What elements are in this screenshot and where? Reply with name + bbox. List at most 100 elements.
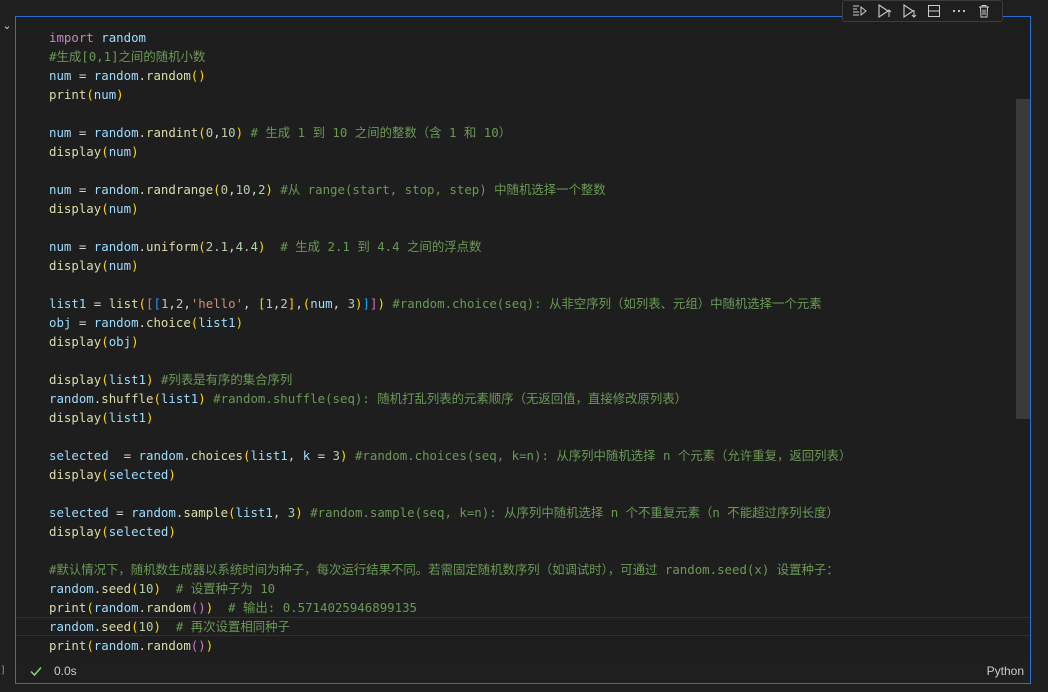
code-token: ): [153, 581, 161, 596]
cell-status-bar: 0.0s Python: [16, 659, 1030, 683]
code-token: list1: [160, 391, 199, 406]
code-line[interactable]: #生成[0,1]之间的随机小数: [49, 47, 1030, 66]
code-token: .: [93, 619, 102, 634]
code-token: #生成[0,1]之间的随机小数: [49, 49, 206, 64]
code-line[interactable]: display(num): [49, 142, 1030, 161]
code-token: uniform: [146, 239, 199, 254]
collapse-cell-chevron-icon[interactable]: ⌄: [0, 18, 14, 34]
code-token: ): [265, 182, 273, 197]
delete-cell-icon[interactable]: [972, 1, 996, 21]
code-token: =: [71, 68, 94, 83]
code-token: 10: [138, 619, 154, 634]
code-line[interactable]: [49, 218, 1030, 237]
code-token: =: [108, 448, 139, 463]
code-line[interactable]: num = random.uniform(2.1,4.4) # 生成 2.1 到…: [49, 237, 1030, 256]
code-line[interactable]: display(num): [49, 199, 1030, 218]
editor-scrollbar[interactable]: [1016, 17, 1030, 635]
code-line[interactable]: selected = random.choices(list1, k = 3) …: [49, 446, 1030, 465]
code-token: (: [153, 391, 161, 406]
code-lines: import random #生成[0,1]之间的随机小数 num = random…: [16, 28, 1030, 655]
run-by-line-icon[interactable]: [847, 1, 871, 21]
code-line[interactable]: num = random.randrange(0,10,2) #从 range(…: [49, 180, 1030, 199]
code-token: random: [93, 638, 139, 653]
code-line[interactable]: [49, 351, 1030, 370]
code-line[interactable]: [49, 484, 1030, 503]
notebook-code-cell[interactable]: import random #生成[0,1]之间的随机小数 num = random…: [15, 16, 1031, 684]
code-line[interactable]: [49, 104, 1030, 123]
code-line[interactable]: #默认情况下，随机数生成器以系统时间为种子，每次运行结果不同。若需固定随机数序列…: [49, 560, 1030, 579]
code-token: ): [146, 410, 154, 425]
code-token: shuffle: [101, 391, 154, 406]
code-line[interactable]: display(num): [49, 256, 1030, 275]
code-token: .: [138, 600, 147, 615]
code-token: random: [93, 600, 139, 615]
code-token: [: [153, 296, 161, 311]
scrollbar-thumb[interactable]: [1016, 99, 1030, 419]
code-line[interactable]: random.seed(10) # 再次设置相同种子: [16, 617, 1030, 636]
code-line[interactable]: random.shuffle(list1) #random.shuffle(se…: [49, 389, 1030, 408]
code-token: #列表是有序的集合序列: [160, 372, 293, 387]
code-token: =: [86, 296, 109, 311]
cell-language-label[interactable]: Python: [987, 664, 1024, 678]
code-token: random: [93, 315, 139, 330]
code-token: ,: [332, 296, 348, 311]
code-token: ,: [295, 296, 303, 311]
code-token: selected: [108, 467, 169, 482]
code-token: (: [213, 182, 221, 197]
code-token: random: [49, 391, 94, 406]
code-token: num: [108, 258, 132, 273]
code-token: num: [310, 296, 333, 311]
code-token: # 生成 1 到 10 之间的整数（含 1 和 10）: [250, 125, 512, 140]
code-token: (): [190, 638, 206, 653]
code-line[interactable]: list1 = list([[1,2,'hello', [1,2],(num, …: [49, 294, 1030, 313]
code-token: display: [49, 201, 102, 216]
code-line[interactable]: obj = random.choice(list1): [49, 313, 1030, 332]
code-token: (: [101, 524, 109, 539]
code-line[interactable]: display(selected): [49, 465, 1030, 484]
code-token: .: [138, 68, 147, 83]
code-token: ): [131, 334, 139, 349]
code-token: num: [49, 68, 72, 83]
success-check-icon: [28, 663, 44, 679]
code-line[interactable]: [49, 427, 1030, 446]
code-token: .: [138, 315, 147, 330]
execute-above-icon[interactable]: [872, 1, 896, 21]
code-line[interactable]: num = random.randint(0,10) # 生成 1 到 10 之…: [49, 123, 1030, 142]
code-line[interactable]: selected = random.sample(list1, 3) #rand…: [49, 503, 1030, 522]
code-token: #random.sample(seq, k=n): 从序列中随机选择 n 个不重…: [310, 505, 839, 520]
code-line[interactable]: [49, 275, 1030, 294]
code-line[interactable]: display(selected): [49, 522, 1030, 541]
code-editor[interactable]: import random #生成[0,1]之间的随机小数 num = random…: [16, 17, 1030, 659]
more-actions-icon[interactable]: [947, 1, 971, 21]
code-line[interactable]: print(random.random()) # 输出: 0.571402594…: [49, 598, 1030, 617]
code-token: ): [131, 201, 139, 216]
code-line[interactable]: display(obj): [49, 332, 1030, 351]
code-token: =: [108, 505, 132, 520]
code-line[interactable]: print(random.random()): [49, 636, 1030, 655]
code-line[interactable]: display(list1): [49, 408, 1030, 427]
execute-cell-and-below-icon[interactable]: [897, 1, 921, 21]
code-line[interactable]: print(num): [49, 85, 1030, 104]
code-token: print: [49, 600, 87, 615]
code-token: (: [131, 619, 139, 634]
code-token: display: [49, 467, 102, 482]
code-token: display: [49, 372, 102, 387]
code-token: ): [131, 144, 139, 159]
code-line[interactable]: [49, 541, 1030, 560]
code-line[interactable]: num = random.random(): [49, 66, 1030, 85]
code-line[interactable]: [49, 161, 1030, 180]
code-token: (: [131, 581, 139, 596]
code-token: display: [49, 144, 102, 159]
code-token: choices: [190, 448, 243, 463]
left-edge-bracket: ]: [0, 665, 7, 676]
code-line[interactable]: import random: [49, 28, 1030, 47]
code-token: #random.choices(seq, k=n): 从序列中随机选择 n 个元…: [354, 448, 852, 463]
code-token: display: [49, 410, 102, 425]
code-token: display: [49, 524, 102, 539]
code-token: print: [49, 638, 87, 653]
split-cell-icon[interactable]: [922, 1, 946, 21]
code-line[interactable]: random.seed(10) # 设置种子为 10: [49, 579, 1030, 598]
code-line[interactable]: display(list1) #列表是有序的集合序列: [49, 370, 1030, 389]
